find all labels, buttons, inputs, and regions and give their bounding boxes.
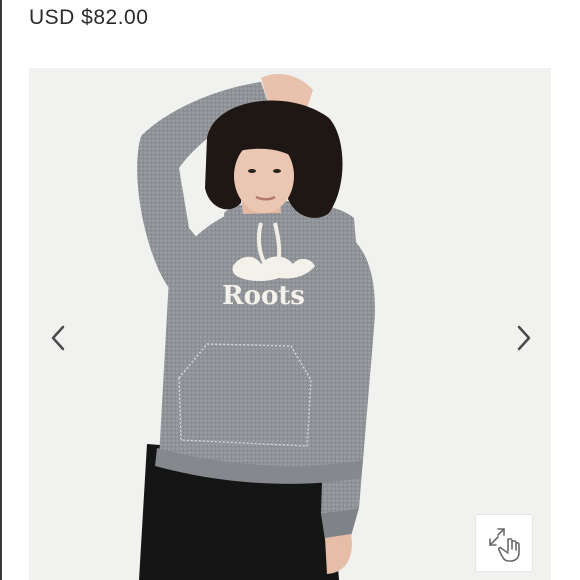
hoodie-logo-text: Roots (222, 281, 305, 311)
next-image-button[interactable] (509, 318, 539, 358)
chevron-right-icon (517, 325, 531, 351)
product-image-gallery[interactable]: Roots (29, 68, 551, 580)
expand-touch-icon (489, 528, 520, 562)
chevron-left-icon (51, 325, 65, 351)
zoom-image-button[interactable] (475, 514, 533, 572)
previous-image-button[interactable] (43, 318, 73, 358)
product-photo[interactable]: Roots (29, 68, 551, 580)
page-left-border (0, 0, 2, 580)
item-price: USD $82.00 (29, 6, 149, 29)
